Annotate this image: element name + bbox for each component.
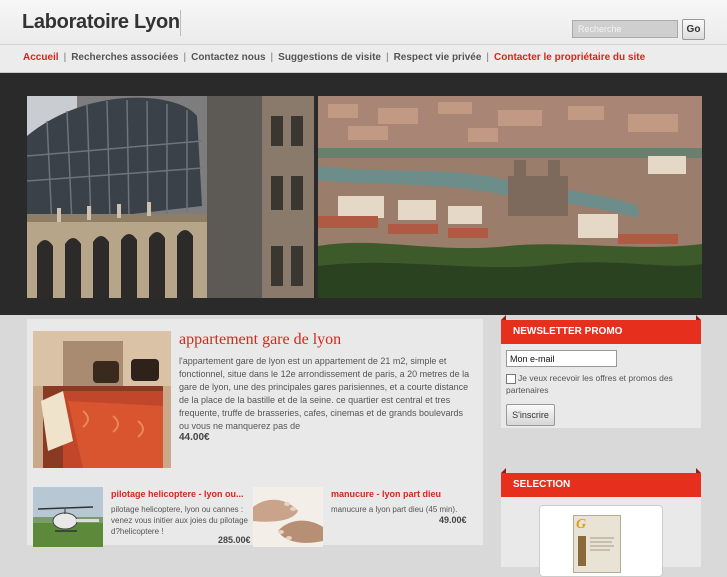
bedroom-image xyxy=(33,331,171,468)
nav-item-suggestions-de-visite[interactable]: Suggestions de visite xyxy=(278,52,381,63)
nav-separator: | xyxy=(270,52,274,63)
site-title[interactable]: Laboratoire Lyon xyxy=(22,11,180,34)
featured-product-image[interactable] xyxy=(33,331,171,468)
lyon-panorama-image xyxy=(318,96,702,298)
selection-title: SELECTION xyxy=(501,468,701,497)
nav-separator: | xyxy=(486,52,490,63)
nav-list: Accueil | Recherches associées | Contactez n… xyxy=(23,52,645,63)
main-nav: Accueil | Recherches associées | Contactez n… xyxy=(0,44,727,73)
title-divider xyxy=(180,10,181,36)
banner-photo-opera xyxy=(27,96,314,298)
product-description: manucure a lyon part dieu (45 min). xyxy=(331,505,458,514)
subscribe-button[interactable]: S'inscrire xyxy=(506,404,555,426)
nav-item-accueil[interactable]: Accueil xyxy=(23,52,59,63)
nav-item-contactez-nous[interactable]: Contactez nous xyxy=(191,52,265,63)
product-title[interactable]: manucure - lyon part dieu xyxy=(331,489,441,499)
nav-item-respect-vie-privee[interactable]: Respect vie privée xyxy=(394,52,482,63)
newsletter-box: Je veux recevoir les offres et promos de… xyxy=(501,344,701,428)
nav-separator: | xyxy=(63,52,67,63)
nav-item-contacter-proprietaire[interactable]: Contacter le propriétaire du site xyxy=(494,52,645,63)
nav-separator: | xyxy=(183,52,187,63)
product-card: pilotage helicoptere - lyon ou... pilota… xyxy=(33,487,251,547)
product-card: manucure - lyon part dieu manucure a lyo… xyxy=(253,487,468,547)
product-price: 49.00€ xyxy=(439,515,467,525)
product-price: 285.00€ xyxy=(218,535,251,545)
search-button[interactable]: Go xyxy=(682,19,705,40)
product-image-manicure[interactable] xyxy=(253,487,323,547)
product-title[interactable]: pilotage helicoptere - lyon ou... xyxy=(111,489,244,499)
header-banner xyxy=(0,73,727,315)
site-header: Laboratoire Lyon Go xyxy=(0,0,727,44)
helicopter-image xyxy=(33,487,103,547)
product-description: pilotage helicoptere, lyon ou cannes : v… xyxy=(111,505,248,536)
optin-label: Je veux recevoir les offres et promos de… xyxy=(506,373,673,395)
selection-box: G xyxy=(501,497,701,577)
main-content: appartement gare de lyon l'appartement g… xyxy=(27,319,483,547)
search-input[interactable] xyxy=(572,20,678,38)
manicure-hands-image xyxy=(253,487,323,547)
nav-separator: | xyxy=(385,52,389,63)
nav-item-recherches-associees[interactable]: Recherches associées xyxy=(71,52,178,63)
email-field[interactable] xyxy=(506,350,617,367)
newsletter-title: NEWSLETTER PROMO xyxy=(501,315,701,344)
opera-building-image xyxy=(27,96,314,298)
book-cover-image: G xyxy=(573,515,621,573)
sidebar: NEWSLETTER PROMO Je veux recevoir les of… xyxy=(501,315,701,577)
featured-product-price: 44.00€ xyxy=(179,432,210,443)
selection-item-card[interactable]: G xyxy=(539,505,663,577)
book-cover-art xyxy=(578,536,614,566)
product-image-helicopter[interactable] xyxy=(33,487,103,547)
featured-product-description: l'appartement gare de lyon est un appart… xyxy=(179,356,470,431)
banner-photo-lyon-panorama xyxy=(318,96,702,298)
featured-product-title[interactable]: appartement gare de lyon xyxy=(179,331,341,349)
